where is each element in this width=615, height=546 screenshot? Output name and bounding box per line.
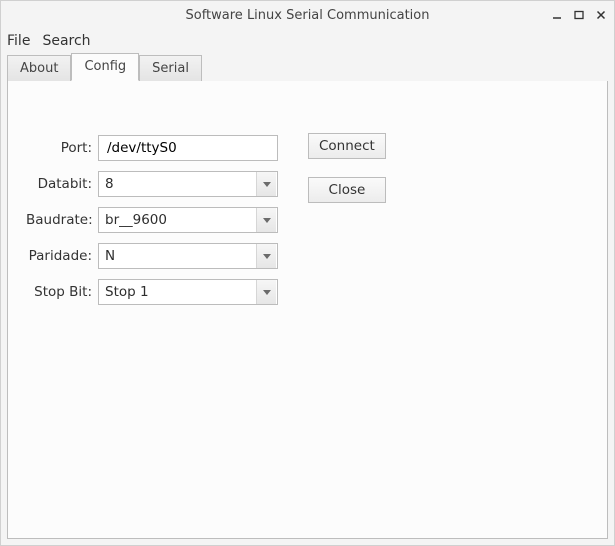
databit-combo[interactable]: 8 [98, 171, 278, 197]
titlebar: Software Linux Serial Communication [1, 1, 614, 29]
port-label: Port: [26, 140, 92, 156]
minimize-icon[interactable] [550, 8, 564, 22]
port-input-field[interactable] [105, 139, 271, 157]
app-window: Software Linux Serial Communication File… [0, 0, 615, 546]
config-fields: Port: Databit: 8 Baudrate: br__9600 [26, 135, 278, 305]
baudrate-value: br__9600 [105, 212, 167, 228]
close-button[interactable]: Close [308, 177, 386, 203]
window-title: Software Linux Serial Communication [186, 8, 430, 23]
close-icon[interactable] [594, 8, 608, 22]
chevron-down-icon [256, 208, 276, 232]
chevron-down-icon [256, 172, 276, 196]
menu-search[interactable]: Search [42, 33, 90, 49]
chevron-down-icon [256, 280, 276, 304]
baudrate-combo[interactable]: br__9600 [98, 207, 278, 233]
baudrate-label: Baudrate: [26, 212, 92, 228]
tab-serial[interactable]: Serial [139, 55, 202, 81]
stopbit-label: Stop Bit: [26, 284, 92, 300]
maximize-icon[interactable] [572, 8, 586, 22]
paridade-combo[interactable]: N [98, 243, 278, 269]
menubar: File Search [1, 29, 614, 53]
action-buttons: Connect Close [308, 133, 386, 305]
stopbit-value: Stop 1 [105, 284, 149, 300]
stopbit-combo[interactable]: Stop 1 [98, 279, 278, 305]
tab-config[interactable]: Config [71, 53, 139, 81]
tab-content-config: Port: Databit: 8 Baudrate: br__9600 [7, 80, 608, 539]
tab-about[interactable]: About [7, 55, 71, 81]
titlebar-controls [550, 1, 608, 29]
menu-file[interactable]: File [7, 33, 30, 49]
chevron-down-icon [256, 244, 276, 268]
port-input[interactable] [98, 135, 278, 161]
databit-label: Databit: [26, 176, 92, 192]
tabbar: About Config Serial [1, 53, 614, 81]
config-form: Port: Databit: 8 Baudrate: br__9600 [26, 135, 587, 305]
paridade-label: Paridade: [26, 248, 92, 264]
connect-button[interactable]: Connect [308, 133, 386, 159]
databit-value: 8 [105, 176, 114, 192]
paridade-value: N [105, 248, 115, 264]
